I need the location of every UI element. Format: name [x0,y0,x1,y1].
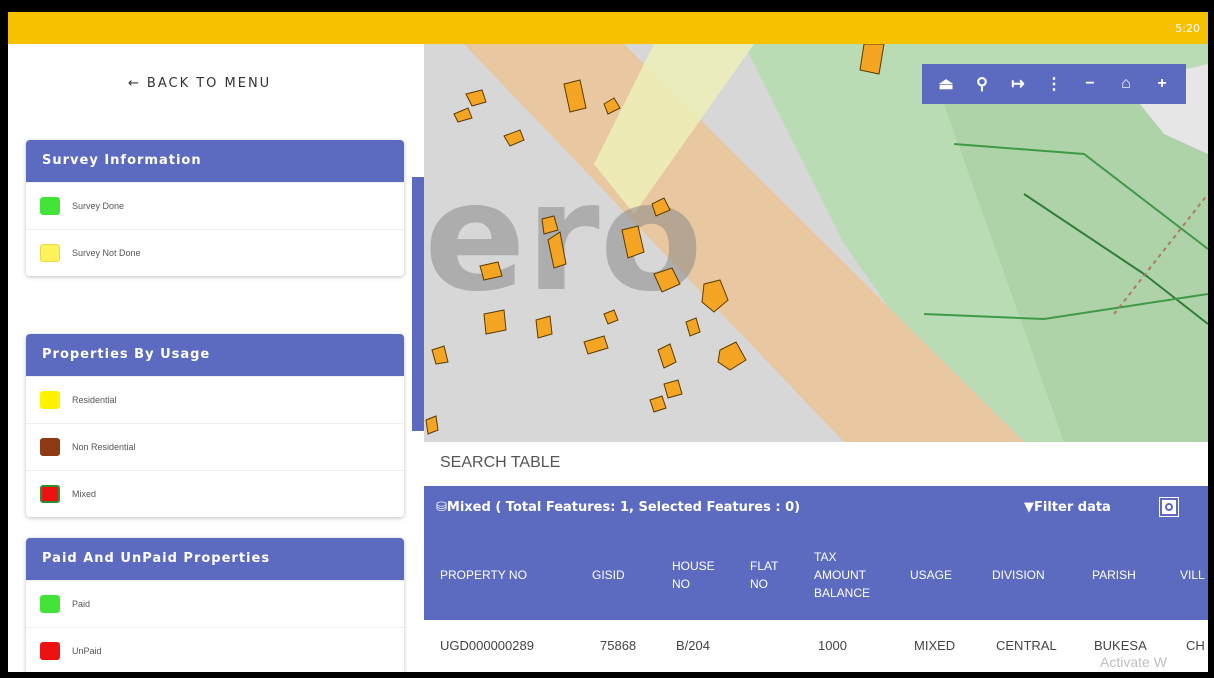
cell-tax-balance: 1000 [818,638,847,653]
upload-icon[interactable]: ⏏ [933,74,959,94]
more-icon[interactable]: ⋮ [1041,74,1067,94]
paid-unpaid-card: Paid And UnPaid Properties Paid UnPaid [26,538,404,672]
column-header[interactable]: VILL [1180,530,1208,620]
swatch-residential [40,391,60,409]
column-header[interactable]: FLAT NO [750,530,790,620]
swatch-unpaid [40,642,60,660]
legend-label: Residential [72,395,117,405]
cell-property-no: UGD000000289 [440,638,534,653]
zoom-in-icon[interactable]: + [1149,75,1175,93]
cell-division: CENTRAL [996,638,1057,653]
swatch-non-residential [40,438,60,456]
column-header[interactable]: GISID [592,530,642,620]
search-table-title: SEARCH TABLE [440,454,561,471]
sidebar-scrollbar[interactable] [412,177,424,431]
filter-data-button[interactable]: ▼Filter data [1024,500,1111,515]
app-window: 5:20 ← BACK TO MENU Survey Information Su… [8,12,1208,672]
legend-label: Survey Not Done [72,248,141,258]
cell-village: CH [1186,638,1205,653]
status-bar: 5:20 [8,12,1208,44]
cell-parish: BUKESA [1094,638,1147,653]
back-to-menu-button[interactable]: ← BACK TO MENU [128,76,271,91]
swatch-survey-done [40,197,60,215]
activation-watermark: Activate W [1100,654,1167,670]
legend-item[interactable]: Survey Not Done [26,229,404,276]
properties-by-usage-card: Properties By Usage Residential Non Resi… [26,334,404,517]
legend-sidebar: ← BACK TO MENU Survey Information Survey … [8,44,424,672]
card-title: Paid And UnPaid Properties [26,538,404,580]
legend-item[interactable]: Mixed [26,470,404,517]
table-header-bar: ⛁Mixed ( Total Features: 1, Selected Fea… [424,486,1208,530]
table-caption-text: Mixed ( Total Features: 1, Selected Feat… [446,500,801,515]
swatch-paid [40,595,60,613]
filter-label: Filter data [1034,500,1111,515]
arrow-left-icon: ← [128,76,141,91]
cell-usage: MIXED [914,638,956,653]
map-view[interactable]: ero ⏏ ⚲ ↦ ⋮ − ⌂ + [424,44,1208,442]
map-toolbar: ⏏ ⚲ ↦ ⋮ − ⌂ + [922,64,1186,104]
status-time: 5:20 [1175,22,1200,35]
zoom-out-icon[interactable]: − [1077,75,1103,93]
database-icon: ⛁ [436,500,447,515]
legend-label: Mixed [72,489,97,499]
column-header[interactable]: PARISH [1092,530,1162,620]
settings-icon[interactable] [1159,497,1179,517]
swatch-mixed [40,485,60,503]
table-column-headers: PROPERTY NO GISID HOUSE NO FLAT NO TAX A… [424,530,1208,620]
legend-label: UnPaid [72,646,102,656]
legend-label: Survey Done [72,201,125,211]
home-icon[interactable]: ⌂ [1113,75,1139,93]
swatch-survey-not-done [40,244,60,262]
legend-label: Non Residential [72,442,136,452]
column-header[interactable]: USAGE [910,530,970,620]
legend-item[interactable]: Residential [26,376,404,423]
card-title: Properties By Usage [26,334,404,376]
back-label: BACK TO MENU [146,76,272,91]
column-header[interactable]: DIVISION [992,530,1072,620]
sign-out-icon[interactable]: ↦ [1005,74,1031,94]
column-header[interactable]: HOUSE NO [672,530,718,620]
table-row[interactable]: UGD000000289 75868 B/204 1000 MIXED CENT… [424,620,1208,672]
table-caption: ⛁Mixed ( Total Features: 1, Selected Fea… [436,500,800,515]
legend-item[interactable]: UnPaid [26,627,404,672]
survey-information-card: Survey Information Survey Done Survey No… [26,140,404,276]
map-place-label: ero [424,151,703,325]
legend-item[interactable]: Non Residential [26,423,404,470]
card-title: Survey Information [26,140,404,182]
zoom-icon[interactable]: ⚲ [969,74,995,94]
cell-gisid: 75868 [600,638,637,653]
column-header[interactable]: PROPERTY NO [440,530,580,620]
legend-label: Paid [72,599,91,609]
legend-item[interactable]: Paid [26,580,404,627]
legend-item[interactable]: Survey Done [26,182,404,229]
column-header[interactable]: TAX AMOUNT BALANCE [814,530,884,620]
filter-icon: ▼ [1024,500,1034,515]
cell-house-no: B/204 [676,638,710,653]
